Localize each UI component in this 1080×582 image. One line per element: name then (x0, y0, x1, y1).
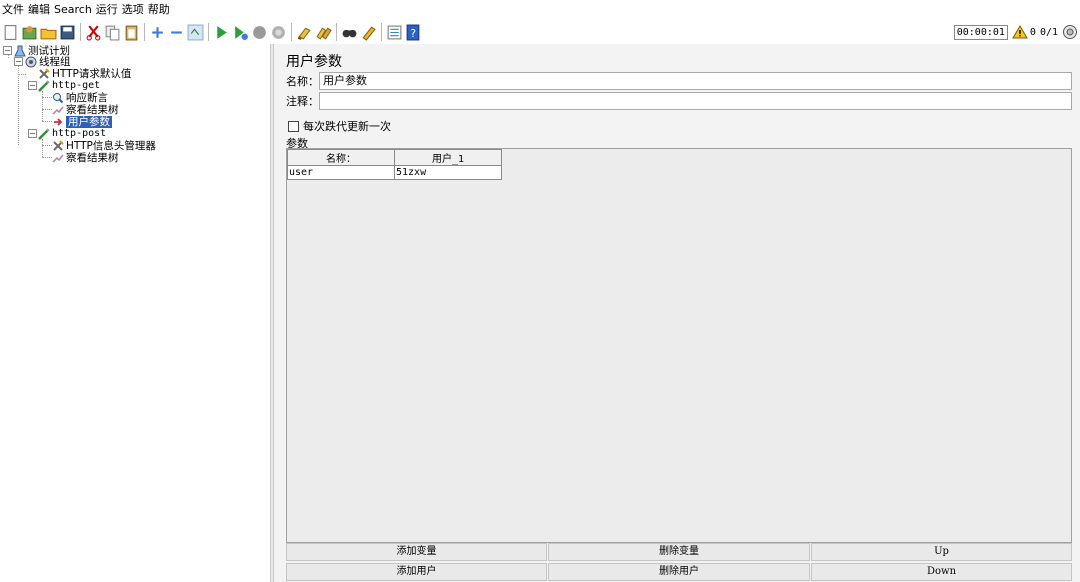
update-each-iteration-label: 每次跌代更新一次 (303, 120, 391, 133)
function-helper-icon[interactable] (385, 23, 404, 42)
comment-field[interactable] (319, 92, 1072, 110)
page-title: 用户参数 (286, 54, 342, 70)
comment-row: 注释： (286, 92, 1072, 110)
search-icon[interactable] (340, 23, 359, 42)
paste-icon[interactable] (122, 23, 141, 42)
column-header-user-1[interactable]: 用户_1 (394, 149, 502, 166)
help-icon[interactable]: ? (404, 23, 423, 42)
toolbar-separator (80, 23, 81, 41)
menu-edit[interactable]: 编辑 (28, 0, 54, 20)
warning-icon[interactable] (1012, 25, 1028, 39)
comment-label: 注释： (286, 95, 319, 108)
sampler-icon (38, 128, 50, 140)
copy-icon[interactable] (103, 23, 122, 42)
collapse-toggle[interactable]: − (28, 129, 37, 138)
save-icon[interactable] (58, 23, 77, 42)
menu-run[interactable]: 运行 (96, 0, 122, 20)
tree-connector (42, 109, 52, 110)
tree-node-thread-group[interactable]: 线程组 (25, 56, 71, 68)
toolbar: ? 00:00:01 0 0/1 (0, 20, 1080, 44)
name-row: 名称： 用户参数 (286, 72, 1072, 90)
table-cell[interactable]: 51zxw (394, 165, 502, 180)
delete-variable-button[interactable]: 删除变量 (548, 543, 810, 561)
toolbar-separator (381, 23, 382, 41)
tree-connector (42, 157, 52, 158)
preprocessor-icon (52, 116, 64, 128)
start-icon[interactable] (212, 23, 231, 42)
listener-icon (52, 152, 64, 164)
user-parameters-panel: 用户参数 名称： 用户参数 注释： 每次跌代更新一次 参数 名称： 用户_1 u… (274, 44, 1080, 582)
config-icon (38, 68, 50, 80)
update-each-iteration-checkbox[interactable] (288, 120, 299, 132)
toolbar-separator (144, 23, 145, 41)
name-label: 名称： (286, 75, 319, 88)
tree-node-http-post[interactable]: http-post (38, 128, 106, 140)
parameters-table: 名称： 用户_1 user 51zxw (287, 149, 502, 180)
thread-group-icon (25, 56, 37, 68)
svg-text:?: ? (410, 26, 416, 39)
test-plan-tree: − 测试计划 − 线程组 HTTP请求默认值 − http-get 响应断言 察… (0, 44, 270, 582)
active-threads: 0/1 (1039, 26, 1058, 38)
menu-help[interactable]: 帮助 (148, 0, 174, 20)
config-icon (52, 140, 64, 152)
table-header-row: 名称： 用户_1 (287, 149, 502, 166)
menu-options[interactable]: 选项 (122, 0, 148, 20)
toggle-icon[interactable] (186, 23, 205, 42)
cut-icon[interactable] (84, 23, 103, 42)
templates-icon[interactable] (20, 23, 39, 42)
tree-node-http-get[interactable]: http-get (38, 80, 100, 92)
status-area: 00:00:01 0 0/1 (953, 21, 1080, 43)
tree-node-response-assertion[interactable]: 响应断言 (52, 92, 108, 104)
name-field[interactable]: 用户参数 (319, 72, 1072, 90)
tree-connector (18, 74, 26, 75)
parameters-table-area[interactable]: 名称： 用户_1 user 51zxw (286, 148, 1072, 543)
toolbar-separator (291, 23, 292, 41)
tree-connector (42, 145, 52, 146)
status-indicator-icon (1062, 24, 1078, 40)
collapse-toggle[interactable]: − (3, 46, 12, 55)
table-row[interactable]: user 51zxw (287, 165, 502, 180)
listener-icon (52, 104, 64, 116)
tree-node-user-parameters[interactable]: 用户参数 (52, 116, 112, 128)
delete-user-button[interactable]: 删除用户 (548, 563, 810, 581)
toolbar-separator (336, 23, 337, 41)
add-variable-button[interactable]: 添加变量 (286, 543, 547, 561)
up-button[interactable]: Up (811, 543, 1072, 561)
tree-node-results-tree[interactable]: 察看结果树 (52, 152, 119, 164)
reset-search-icon[interactable] (359, 23, 378, 42)
toolbar-separator (208, 23, 209, 41)
elapsed-timer: 00:00:01 (953, 24, 1008, 40)
clear-icon[interactable] (295, 23, 314, 42)
tree-node-http-defaults[interactable]: HTTP请求默认值 (38, 68, 131, 80)
shutdown-icon[interactable] (269, 23, 288, 42)
menu-search[interactable]: Search (54, 0, 96, 20)
sampler-icon (38, 80, 50, 92)
clear-all-icon[interactable] (314, 23, 333, 42)
collapse-toggle[interactable]: − (28, 81, 37, 90)
menu-bar: 文件 编辑 Search 运行 选项 帮助 (0, 0, 1080, 20)
tree-connector (42, 121, 52, 122)
expand-icon[interactable] (148, 23, 167, 42)
menu-file[interactable]: 文件 (2, 0, 28, 20)
stop-icon[interactable] (250, 23, 269, 42)
tree-connector (42, 139, 43, 157)
add-user-button[interactable]: 添加用户 (286, 563, 547, 581)
column-header-name[interactable]: 名称： (287, 149, 395, 166)
table-cell[interactable]: user (287, 165, 395, 180)
collapse-toggle[interactable]: − (14, 57, 23, 66)
error-count: 0 (1029, 26, 1036, 38)
new-icon[interactable] (1, 23, 20, 42)
update-each-iteration-row[interactable]: 每次跌代更新一次 (288, 118, 391, 134)
open-icon[interactable] (39, 23, 58, 42)
tree-connector (42, 91, 43, 121)
tree-node-header-manager[interactable]: HTTP信息头管理器 (52, 140, 156, 152)
collapse-icon[interactable] (167, 23, 186, 42)
tree-node-results-tree[interactable]: 察看结果树 (52, 104, 119, 116)
down-button[interactable]: Down (811, 563, 1072, 581)
assertion-icon (52, 92, 64, 104)
start-no-timers-icon[interactable] (231, 23, 250, 42)
tree-connector (42, 97, 52, 98)
